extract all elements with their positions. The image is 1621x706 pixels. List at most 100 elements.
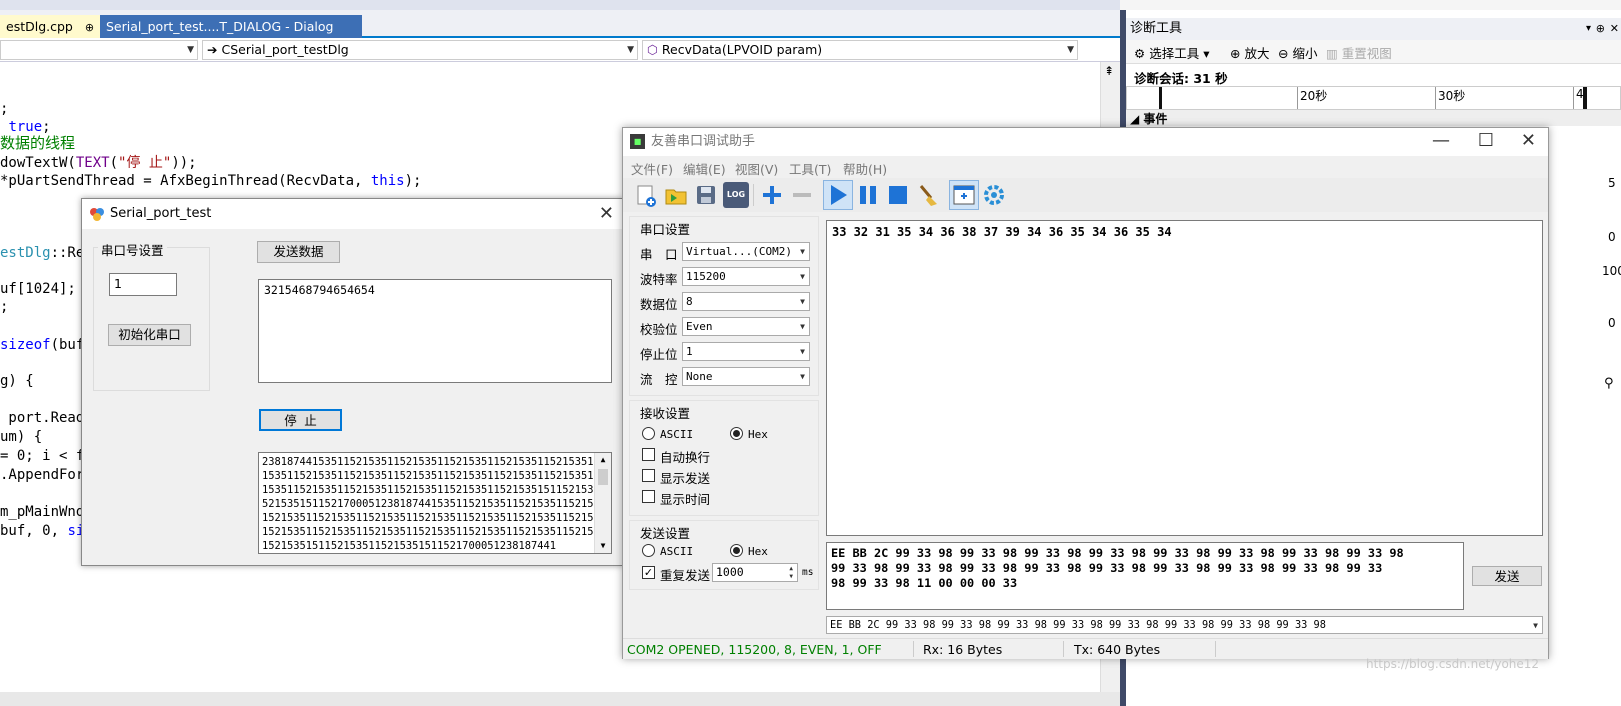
receive-data-area[interactable]: 33 32 31 35 34 36 38 37 39 34 36 35 34 3… <box>826 220 1543 536</box>
send-data-area[interactable]: EE BB 2C 99 33 98 99 33 98 99 33 98 99 3… <box>826 542 1464 610</box>
log-scrollbar[interactable]: ▲ ▼ <box>594 453 611 553</box>
menu-edit[interactable]: 编辑(E) <box>683 159 726 178</box>
send-line: EE BB 2C 99 33 98 99 33 98 99 33 98 99 3… <box>831 546 1404 560</box>
menu-file[interactable]: 文件(F) <box>631 159 673 178</box>
send-ascii-radio[interactable] <box>642 544 655 557</box>
code-line: m_pMainWnd- <box>0 504 93 520</box>
close-icon[interactable]: ✕ <box>1521 132 1536 150</box>
code-line: g) { <box>0 373 34 389</box>
flow-select[interactable]: None ▼ <box>682 367 810 386</box>
add-icon[interactable] <box>759 182 785 208</box>
new-file-icon[interactable] <box>633 182 659 208</box>
stop-button[interactable]: 停 止 <box>259 409 342 431</box>
chart-axis-label: 0 <box>1608 316 1616 330</box>
chevron-down-icon[interactable]: ▼ <box>595 539 611 553</box>
recv-ascii-radio[interactable] <box>642 427 655 440</box>
repeat-send-checkbox[interactable]: ✓ <box>642 566 655 579</box>
open-folder-icon[interactable] <box>663 182 689 208</box>
send-settings-heading: 发送设置 <box>640 526 691 541</box>
stopbits-label: 停止位 <box>640 347 678 362</box>
timeline-tick: 20秒 <box>1297 87 1327 109</box>
log-line: 1535115215351152153511521535115215351152… <box>262 484 612 496</box>
log-line: 1521535151152153511521535151152170005123… <box>262 540 557 552</box>
port-select[interactable]: Virtual...(COM2) ▼ <box>682 242 810 261</box>
repeat-interval-spinbox[interactable]: 1000 ▲ ▼ <box>712 563 798 582</box>
tab-cpp-file[interactable]: estDlg.cpp ⊕ ✕ <box>0 15 100 38</box>
close-icon[interactable]: ✕ <box>599 205 614 223</box>
dropdown-icon[interactable]: ▾ <box>1586 18 1591 40</box>
select-tool-button[interactable]: ⚙ 选择工具 ▾ <box>1134 43 1209 62</box>
chevron-up-icon[interactable]: ▲ <box>595 453 611 467</box>
zoom-out-button[interactable]: ⊖ 缩小 <box>1278 43 1317 62</box>
log-line: 1535115215351152153511521535115215351152… <box>262 470 612 482</box>
remove-icon[interactable] <box>789 182 815 208</box>
chevron-down-icon: ▼ <box>1067 45 1074 55</box>
play-icon[interactable] <box>825 182 851 208</box>
close-icon[interactable]: ✕ <box>1610 18 1619 40</box>
reset-view-button[interactable]: ▥ 重置视图 <box>1326 43 1392 62</box>
baud-select[interactable]: 115200 ▼ <box>682 267 810 286</box>
tab-dialog-resource[interactable]: Serial_port_test....T_DIALOG - Dialog <box>100 15 362 38</box>
port-settings-group <box>93 247 210 391</box>
window-layout-icon[interactable] <box>951 182 977 208</box>
select-tool-label: 选择工具 <box>1149 46 1200 61</box>
receive-log-textarea[interactable]: 2381874415351152153511521535115215351152… <box>258 452 612 554</box>
send-data-button[interactable]: 发送数据 <box>257 241 340 263</box>
menu-view[interactable]: 视图(V) <box>735 159 778 178</box>
port-number-input[interactable]: 1 <box>109 273 177 296</box>
timeline-tick: 30秒 <box>1435 87 1465 109</box>
minimize-icon[interactable]: — <box>1432 132 1450 150</box>
code-comment: 数据的线程 <box>0 134 76 152</box>
search-icon[interactable]: ⚲ <box>1604 376 1614 391</box>
send-ascii-label: ASCII <box>660 545 694 558</box>
settings-gear-icon[interactable] <box>981 182 1007 208</box>
zoom-in-button[interactable]: ⊕ 放大 <box>1230 43 1269 62</box>
zoom-in-label: 放大 <box>1244 46 1270 61</box>
timeline-marker[interactable] <box>1159 87 1162 109</box>
send-button[interactable]: 发送 <box>1472 566 1542 586</box>
pin-icon[interactable]: ⊕ <box>1596 18 1605 40</box>
recv-hex-radio[interactable] <box>730 427 743 440</box>
editor-horizontal-scrollbar[interactable] <box>0 692 1120 706</box>
chevron-down-icon: ▼ <box>800 372 805 381</box>
parity-select-value: Even <box>686 320 713 333</box>
save-icon[interactable] <box>693 182 719 208</box>
clear-broom-icon[interactable] <box>915 182 941 208</box>
stopbits-select[interactable]: 1 ▼ <box>682 342 810 361</box>
tx-counter: Tx: 640 Bytes <box>1074 642 1161 657</box>
class-dropdown[interactable]: ➔ CSerial_port_testDlg ▼ <box>202 40 638 60</box>
chevron-down-icon: ▼ <box>800 322 805 331</box>
recv-ascii-label: ASCII <box>660 428 694 441</box>
events-section-header[interactable]: ◢ 事件 <box>1126 110 1621 126</box>
send-data-textarea[interactable]: 3215468794654654 <box>258 279 612 383</box>
databits-select[interactable]: 8 ▼ <box>682 292 810 311</box>
parity-label: 校验位 <box>640 322 678 337</box>
split-icon[interactable]: ⇞ <box>1104 64 1114 78</box>
scope-dropdown[interactable]: ▼ <box>0 40 198 60</box>
spin-arrows-icon[interactable]: ▲ ▼ <box>789 565 793 581</box>
dialog-titlebar: Serial_port_test ✕ <box>82 199 622 229</box>
scrollbar-thumb[interactable] <box>598 469 608 485</box>
auto-wrap-checkbox[interactable] <box>642 448 655 461</box>
parity-select[interactable]: Even ▼ <box>682 317 810 336</box>
send-history-value: EE BB 2C 99 33 98 99 33 98 99 33 98 99 3… <box>830 619 1326 631</box>
send-history-select[interactable]: EE BB 2C 99 33 98 99 33 98 99 33 98 99 3… <box>826 616 1543 634</box>
assistant-title: 友善串口调试助手 <box>651 134 756 149</box>
stop-icon[interactable] <box>885 182 911 208</box>
menu-help[interactable]: 帮助(H) <box>843 159 887 178</box>
method-dropdown[interactable]: ⬡ RecvData(LPVOID param) ▼ <box>642 40 1078 60</box>
init-port-button[interactable]: 初始化串口 <box>108 324 191 346</box>
timeline-ruler[interactable]: 20秒 30秒 4 <box>1126 86 1621 110</box>
maximize-icon[interactable]: ☐ <box>1478 132 1494 150</box>
baud-select-value: 115200 <box>686 270 726 283</box>
show-send-checkbox[interactable] <box>642 469 655 482</box>
send-hex-radio[interactable] <box>730 544 743 557</box>
pause-icon[interactable] <box>855 182 881 208</box>
gear-icon: ⚙ <box>1134 46 1146 61</box>
show-time-checkbox[interactable] <box>642 490 655 503</box>
log-icon[interactable]: LOG <box>723 182 749 208</box>
menu-tools[interactable]: 工具(T) <box>789 159 831 178</box>
magnifier-minus-icon: ⊖ <box>1278 46 1289 61</box>
pin-icon[interactable]: ⊕ <box>85 16 94 38</box>
class-dropdown-value: CSerial_port_testDlg <box>221 42 349 57</box>
